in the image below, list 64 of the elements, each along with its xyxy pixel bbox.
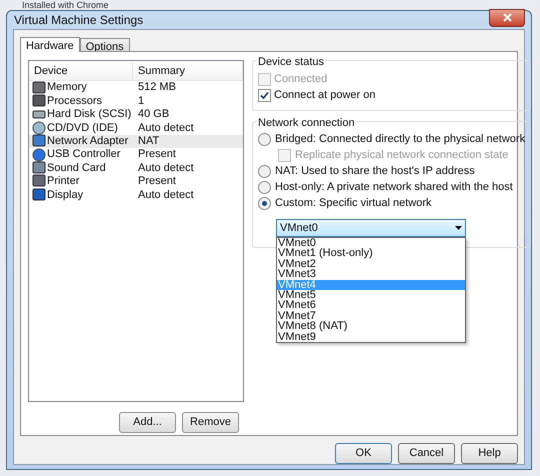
dropdown-option[interactable]: VMnet8 (NAT) (277, 321, 465, 332)
device-row[interactable]: Network Adapter NAT (29, 134, 243, 148)
device-summary: 512 MB (137, 80, 176, 96)
device-name: CD/DVD (IDE) (47, 120, 118, 136)
close-icon (502, 13, 512, 22)
dropdown-option[interactable]: VMnet3 (277, 269, 465, 280)
dialog-button[interactable]: Help (461, 443, 518, 464)
dropdown-caret-icon (455, 226, 462, 230)
device-row[interactable]: Printer Present (29, 174, 243, 188)
device-name: Network Adapter (47, 134, 128, 149)
dropdown-option[interactable]: VMnet0 (277, 238, 465, 248)
device-summary: Auto detect (137, 120, 194, 136)
checkbox-label: Connect at power on (274, 88, 376, 103)
device-name: USB Controller (47, 147, 120, 162)
device-name: Printer (47, 174, 80, 190)
option-label: Replicate physical network connection state (295, 148, 508, 164)
network-dropdown[interactable]: VMnet0 (276, 219, 466, 237)
dropdown-option[interactable]: VMnet6 (277, 300, 465, 311)
device-row[interactable]: USB Controller Present (29, 148, 243, 162)
dropdown-option[interactable]: VMnet5 (277, 290, 465, 300)
device-name: Hard Disk (SCSI) (47, 107, 132, 122)
device-summary: Auto detect (137, 188, 194, 203)
tab[interactable]: Options (80, 38, 130, 51)
device-name: Memory (47, 80, 87, 96)
radio-button[interactable] (258, 165, 271, 178)
device-row[interactable]: Processors 1 (29, 94, 243, 108)
option-label: NAT: Used to share the host's IP address (275, 164, 475, 180)
device-name: Processors (47, 94, 102, 109)
device-row[interactable]: Memory 512 MB (29, 81, 243, 94)
dialog-button[interactable]: OK (335, 443, 392, 464)
option-label: Custom: Specific virtual network (275, 196, 432, 212)
option-label: Bridged: Connected directly to the physical network (275, 132, 526, 148)
device-summary: Present (137, 174, 176, 190)
dialog-button[interactable]: Cancel (398, 443, 455, 464)
dropdown-option[interactable]: VMnet2 (277, 258, 465, 270)
list-button[interactable]: Add... (119, 412, 176, 433)
device-summary: Auto detect (137, 160, 194, 176)
radio-button[interactable] (258, 133, 271, 146)
background-text: Installed with Chrome (22, 0, 109, 10)
option-label: Host-only: A private network shared with the host (275, 180, 513, 196)
dropdown-option[interactable]: VMnet7 (277, 310, 465, 322)
tab[interactable]: Hardware (20, 37, 80, 52)
radio-button[interactable] (258, 181, 271, 194)
device-name: Display (47, 188, 84, 203)
dropdown-option[interactable]: VMnet9 (277, 332, 465, 342)
list-button[interactable]: Remove (182, 412, 239, 433)
device-summary: 1 (137, 94, 144, 109)
device-row[interactable]: Hard Disk (SCSI) 40 GB (29, 108, 243, 122)
device-name: Sound Card (47, 160, 106, 176)
radio-button[interactable] (258, 197, 271, 210)
device-row[interactable]: CD/DVD (IDE) Auto detect (29, 121, 243, 135)
close-button[interactable] (489, 8, 525, 26)
device-row[interactable]: Sound Card Auto detect (29, 161, 243, 175)
dropdown-option[interactable]: VMnet1 (Host-only) (277, 248, 465, 259)
device-summary: 40 GB (137, 107, 170, 122)
column-header[interactable]: Summary (133, 63, 243, 80)
checkbox-label: Connected (274, 72, 328, 87)
column-header[interactable]: Device (29, 63, 133, 80)
device-summary: NAT (137, 134, 160, 149)
device-summary: Present (137, 147, 176, 162)
window-title: Virtual Machine Settings (13, 12, 144, 29)
checkbox[interactable] (258, 88, 271, 102)
device-row[interactable]: Display Auto detect (29, 188, 243, 202)
checkmark-icon (260, 90, 269, 100)
